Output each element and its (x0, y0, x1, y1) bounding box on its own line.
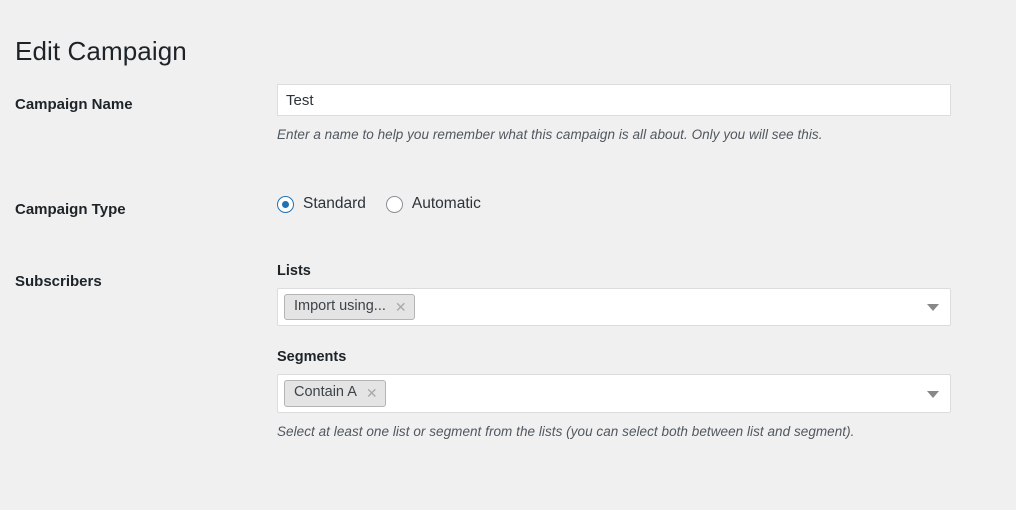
lists-subfield: Lists Import using... ✕ (277, 262, 951, 327)
segments-chip[interactable]: Contain A ✕ (284, 380, 386, 407)
lists-chip[interactable]: Import using... ✕ (284, 293, 415, 321)
lists-chip-label: Import using... (294, 297, 386, 314)
segments-subfield: Segments Contain A ✕ (277, 348, 951, 413)
chevron-down-icon[interactable] (927, 304, 939, 312)
radio-option-standard[interactable]: Standard (277, 195, 366, 213)
segments-multiselect[interactable]: Contain A ✕ (277, 374, 951, 413)
lists-multiselect[interactable]: Import using... ✕ (277, 287, 951, 327)
radio-label-automatic: Automatic (411, 195, 481, 213)
subscribers-field-body: Lists Import using... ✕ Segments Contain… (277, 262, 951, 442)
subscribers-description: Select at least one list or segment from… (277, 423, 855, 439)
segments-chip-label: Contain A (294, 384, 357, 401)
segments-label: Segments (277, 349, 347, 366)
close-icon[interactable]: ✕ (366, 386, 378, 400)
lists-label: Lists (277, 263, 311, 279)
close-icon[interactable]: ✕ (395, 300, 407, 314)
radio-mark-standard[interactable] (277, 195, 294, 213)
campaign-type-radio-group: Standard Automatic (277, 190, 951, 218)
campaign-type-field-body: Standard Automatic (277, 190, 951, 218)
campaign-name-label: Campaign Name (15, 96, 133, 113)
campaign-name-field-body: Enter a name to help you remember what t… (277, 84, 951, 145)
radio-option-automatic[interactable]: Automatic (385, 195, 481, 213)
page-title: Edit Campaign (15, 36, 187, 67)
radio-mark-automatic[interactable] (385, 195, 403, 213)
campaign-type-label: Campaign Type (15, 201, 126, 218)
radio-label-standard: Standard (303, 195, 366, 213)
campaign-name-input[interactable] (277, 84, 951, 116)
campaign-name-description: Enter a name to help you remember what t… (277, 127, 823, 142)
chevron-down-icon[interactable] (927, 390, 939, 398)
subscribers-label: Subscribers (15, 273, 102, 290)
